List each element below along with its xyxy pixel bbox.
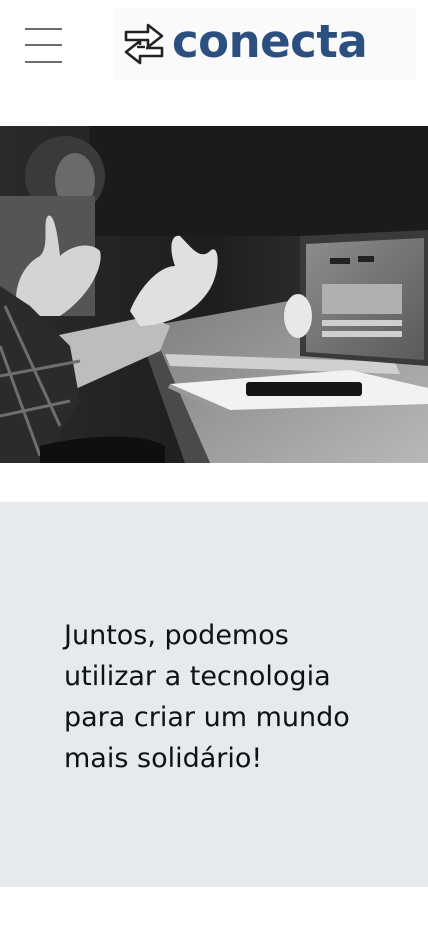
- site-header: conecta: [0, 0, 428, 126]
- brand-logo[interactable]: conecta: [114, 8, 416, 80]
- menu-line: [25, 61, 62, 63]
- brand-name: conecta: [172, 14, 368, 68]
- swap-arrows-icon: [124, 23, 164, 65]
- menu-line: [25, 44, 62, 46]
- hamburger-menu-icon[interactable]: [25, 27, 63, 65]
- mission-section: Juntos, podemos utilizar a tecnologia pa…: [0, 502, 428, 887]
- mission-tagline: Juntos, podemos utilizar a tecnologia pa…: [64, 620, 350, 774]
- meeting-photo: [0, 126, 428, 463]
- menu-line: [25, 28, 62, 30]
- hero-photo: [0, 126, 428, 463]
